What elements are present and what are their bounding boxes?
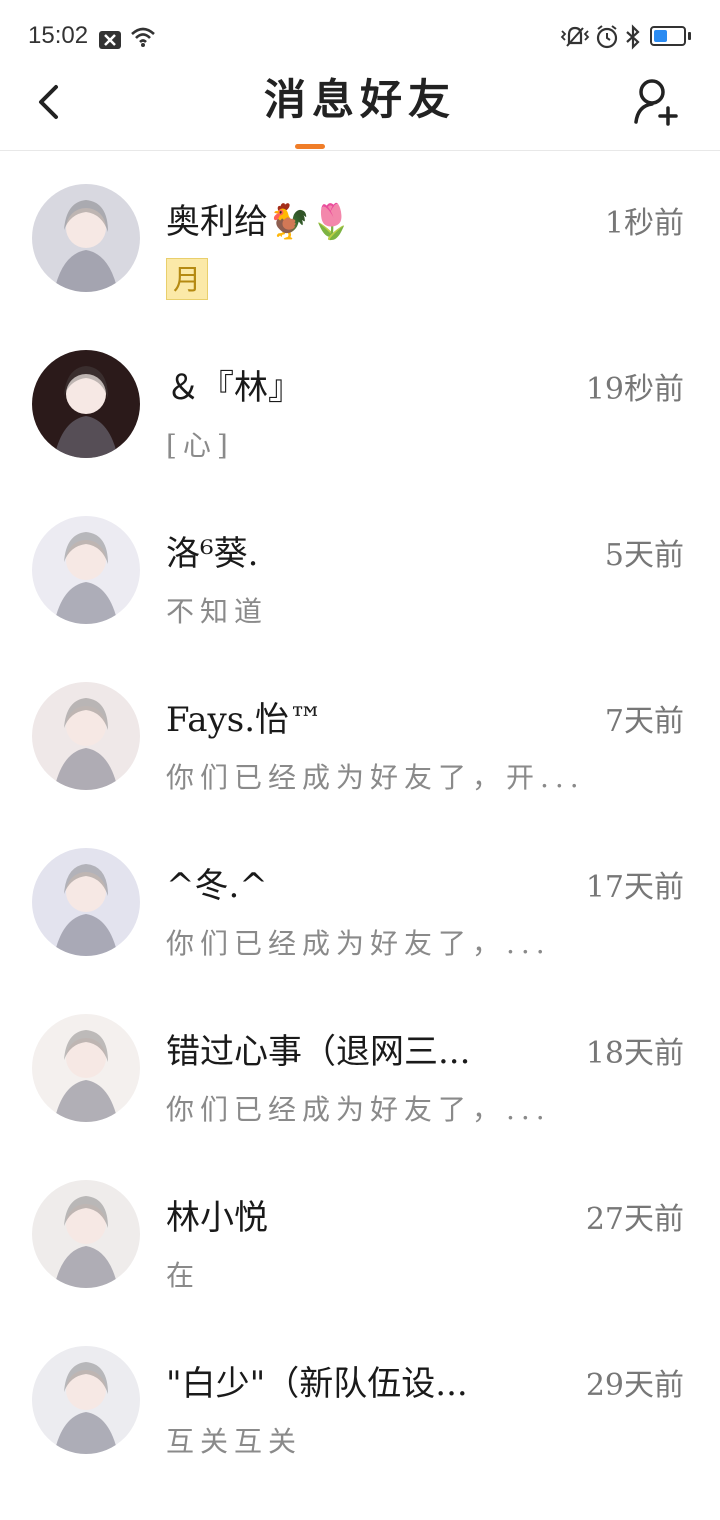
avatar-image	[32, 1014, 140, 1122]
friend-row[interactable]: Fays.怡™ 7天前 你们已经成为好友了，开...	[0, 648, 720, 814]
last-message-preview: [心]	[166, 429, 234, 462]
last-message-preview: 在	[166, 1259, 201, 1292]
avatar-image	[32, 1346, 140, 1454]
friend-name: ^冬.^	[166, 866, 268, 906]
friend-name: 林小悦	[166, 1198, 268, 1238]
avatar-image	[32, 682, 140, 790]
friend-row[interactable]: ＆『林』 19秒前 [心]	[0, 316, 720, 482]
friend-name: 奥利给🐓🌷	[166, 202, 353, 242]
alarm-icon	[596, 25, 618, 49]
friend-row[interactable]: "白少"（新队伍设... 29天前 互关互关	[0, 1312, 720, 1478]
friend-row[interactable]: 错过心事（退网三... 18天前 你们已经成为好友了，...	[0, 980, 720, 1146]
friend-name: 错过心事（退网三...	[166, 1032, 471, 1072]
vibrate-icon	[560, 26, 590, 47]
last-message-time: 27天前	[585, 1202, 684, 1237]
last-message-preview: 你们已经成为好友了，开...	[166, 761, 585, 794]
last-message-preview: 不知道	[166, 595, 269, 628]
last-message-time: 17天前	[585, 870, 684, 905]
avatar-image	[32, 848, 140, 956]
friend-row[interactable]: 洛⁶葵. 5天前 不知道	[0, 482, 720, 648]
next-row-sliver	[0, 1512, 720, 1520]
last-message-time: 1秒前	[604, 206, 684, 241]
avatar[interactable]	[32, 682, 140, 790]
battery-tip	[688, 32, 691, 40]
last-message-preview: 你们已经成为好友了，...	[166, 1093, 551, 1126]
battery-level	[654, 30, 667, 42]
friend-name: ＆『林』	[166, 368, 302, 408]
avatar-image	[32, 516, 140, 624]
last-message-preview: 互关互关	[166, 1425, 303, 1458]
page-title: 消息好友	[263, 75, 456, 124]
friend-row[interactable]: 林小悦 27天前 在	[0, 1146, 720, 1312]
avatar[interactable]	[32, 184, 140, 292]
avatar[interactable]	[32, 350, 140, 458]
last-message-time: 18天前	[585, 1036, 684, 1071]
last-message-preview: 你们已经成为好友了，...	[166, 927, 551, 960]
status-time: 15:02	[28, 22, 89, 49]
friend-list: 奥利给🐓🌷 1秒前 月 ＆『林』 19秒前 [心] 洛⁶葵. 5天前 不知道 F…	[0, 150, 720, 1478]
add-friend-button[interactable]	[632, 76, 680, 128]
last-message-time: 7天前	[604, 704, 684, 739]
avatar-image	[32, 184, 140, 292]
last-message-time: 19秒前	[585, 372, 684, 407]
avatar[interactable]	[32, 1180, 140, 1288]
avatar-image	[32, 350, 140, 458]
last-message-time: 29天前	[585, 1368, 684, 1403]
friend-name: 洛⁶葵.	[166, 534, 259, 574]
app-header: 消息好友	[0, 72, 720, 151]
bluetooth-icon	[626, 24, 640, 50]
avatar[interactable]	[32, 516, 140, 624]
friend-name: Fays.怡™	[166, 700, 324, 740]
avatar[interactable]	[32, 1014, 140, 1122]
battery-icon	[650, 26, 686, 46]
avatar[interactable]	[32, 1346, 140, 1454]
last-message-time: 5天前	[604, 538, 684, 573]
close-box-icon	[99, 31, 121, 49]
friend-row[interactable]: 奥利给🐓🌷 1秒前 月	[0, 150, 720, 316]
avatar[interactable]	[32, 848, 140, 956]
add-user-icon	[634, 79, 678, 126]
title-tab-indicator	[295, 144, 325, 149]
moon-badge: 月	[166, 258, 208, 300]
avatar-image	[32, 1180, 140, 1288]
status-bar: 15:02	[0, 0, 720, 72]
friend-row[interactable]: ^冬.^ 17天前 你们已经成为好友了，...	[0, 814, 720, 980]
friend-name: "白少"（新队伍设...	[166, 1364, 468, 1404]
wifi-icon	[131, 27, 155, 47]
